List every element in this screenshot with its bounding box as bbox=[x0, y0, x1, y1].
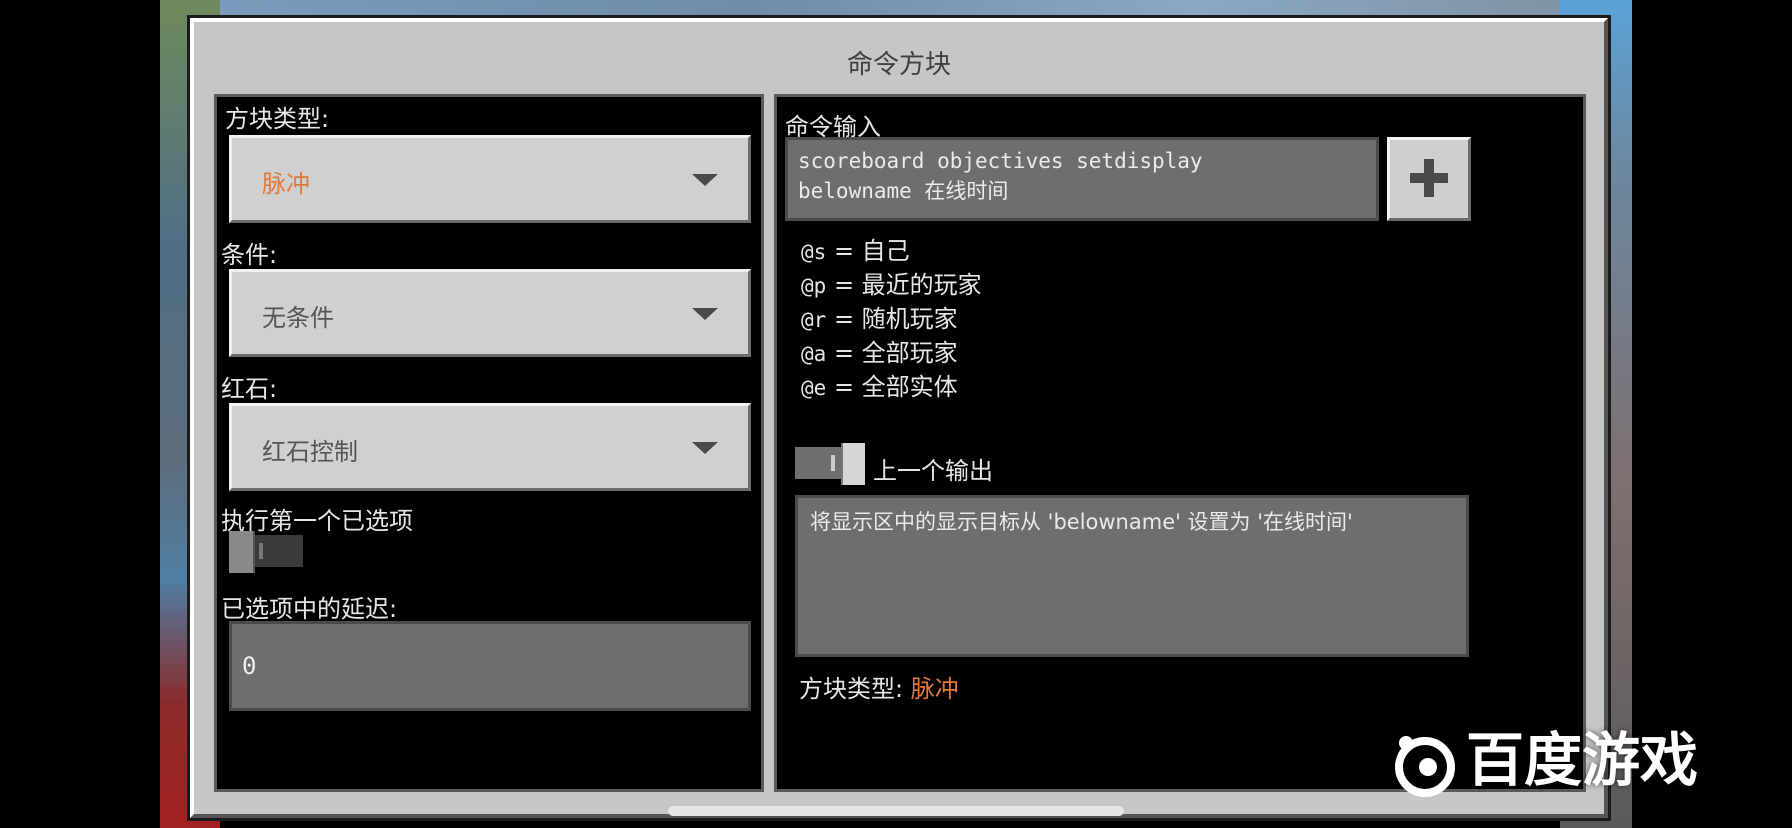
block-type-value: 脉冲 bbox=[262, 170, 310, 198]
background-top bbox=[160, 0, 1632, 20]
block-type-label: 方块类型: bbox=[225, 105, 330, 133]
list-item: @p = 最近的玩家 bbox=[801, 265, 982, 299]
selector-help-list: @s = 自己 @p = 最近的玩家 @r = 随机玩家 @a = 全部玩家 @… bbox=[801, 231, 982, 401]
selector-code: @r bbox=[801, 308, 827, 332]
selector-code: @e bbox=[801, 376, 827, 400]
toggle-pip bbox=[831, 455, 835, 471]
block-type-dropdown[interactable]: 脉冲 bbox=[229, 135, 751, 223]
list-item: @a = 全部玩家 bbox=[801, 333, 982, 367]
command-input[interactable]: scoreboard objectives setdisplay belowna… bbox=[785, 137, 1379, 221]
selector-desc: = 最近的玩家 bbox=[833, 271, 982, 299]
selector-code: @p bbox=[801, 274, 827, 298]
watermark: 百度游戏 bbox=[1392, 720, 1698, 800]
output-message: 将显示区中的显示目标从 'belowname' 设置为 '在线时间' bbox=[810, 510, 1353, 534]
toggle-knob bbox=[229, 531, 255, 573]
command-line-2: belowname 在线时间 bbox=[798, 179, 1009, 203]
condition-value: 无条件 bbox=[262, 304, 334, 332]
command-block-window: 命令方块 方块类型: 脉冲 条件: 无条件 红石: 红石控制 执行第一个已选项 … bbox=[190, 18, 1608, 818]
list-item: @r = 随机玩家 bbox=[801, 299, 982, 333]
window-title: 命令方块 bbox=[846, 50, 951, 80]
condition-dropdown[interactable]: 无条件 bbox=[229, 269, 751, 357]
home-indicator[interactable] bbox=[668, 806, 1124, 816]
block-type-footer: 方块类型: 脉冲 bbox=[799, 669, 959, 704]
selector-code: @s bbox=[801, 240, 827, 264]
chevron-down-icon bbox=[692, 174, 718, 186]
delay-input[interactable]: 0 bbox=[229, 621, 751, 711]
block-type-footer-value: 脉冲 bbox=[910, 675, 959, 703]
redstone-label: 红石: bbox=[221, 375, 278, 403]
command-line-1: scoreboard objectives setdisplay bbox=[798, 149, 1203, 173]
toggle-knob bbox=[841, 443, 865, 485]
selector-desc: = 随机玩家 bbox=[833, 305, 958, 333]
redstone-value: 红石控制 bbox=[262, 438, 358, 466]
settings-panel: 方块类型: 脉冲 条件: 无条件 红石: 红石控制 执行第一个已选项 已选项中的… bbox=[214, 94, 764, 792]
selector-desc: = 全部实体 bbox=[833, 373, 958, 401]
chevron-down-icon bbox=[692, 308, 718, 320]
previous-output-toggle[interactable] bbox=[795, 443, 865, 487]
previous-output-text: 将显示区中的显示目标从 'belowname' 设置为 '在线时间' bbox=[795, 495, 1469, 657]
condition-label: 条件: bbox=[221, 241, 278, 269]
previous-output-label: 上一个输出 bbox=[873, 457, 993, 485]
plus-icon-vertical bbox=[1424, 159, 1434, 197]
watermark-text: 百度游戏 bbox=[1466, 726, 1699, 794]
chevron-down-icon bbox=[692, 442, 718, 454]
list-item: @e = 全部实体 bbox=[801, 367, 982, 401]
delay-label: 已选项中的延迟: bbox=[221, 595, 398, 623]
redstone-dropdown[interactable]: 红石控制 bbox=[229, 403, 751, 491]
list-item: @s = 自己 bbox=[801, 231, 982, 265]
delay-value: 0 bbox=[242, 652, 257, 680]
execute-first-toggle[interactable] bbox=[229, 531, 309, 575]
command-panel: 命令输入 scoreboard objectives setdisplay be… bbox=[774, 94, 1586, 792]
add-button[interactable] bbox=[1387, 137, 1471, 221]
toggle-pip bbox=[259, 543, 263, 559]
selector-desc: = 全部玩家 bbox=[833, 339, 958, 367]
block-type-footer-label: 方块类型: bbox=[799, 675, 904, 703]
selector-code: @a bbox=[801, 342, 827, 366]
baidu-games-logo-icon bbox=[1395, 735, 1455, 797]
selector-desc: = 自己 bbox=[833, 237, 910, 265]
